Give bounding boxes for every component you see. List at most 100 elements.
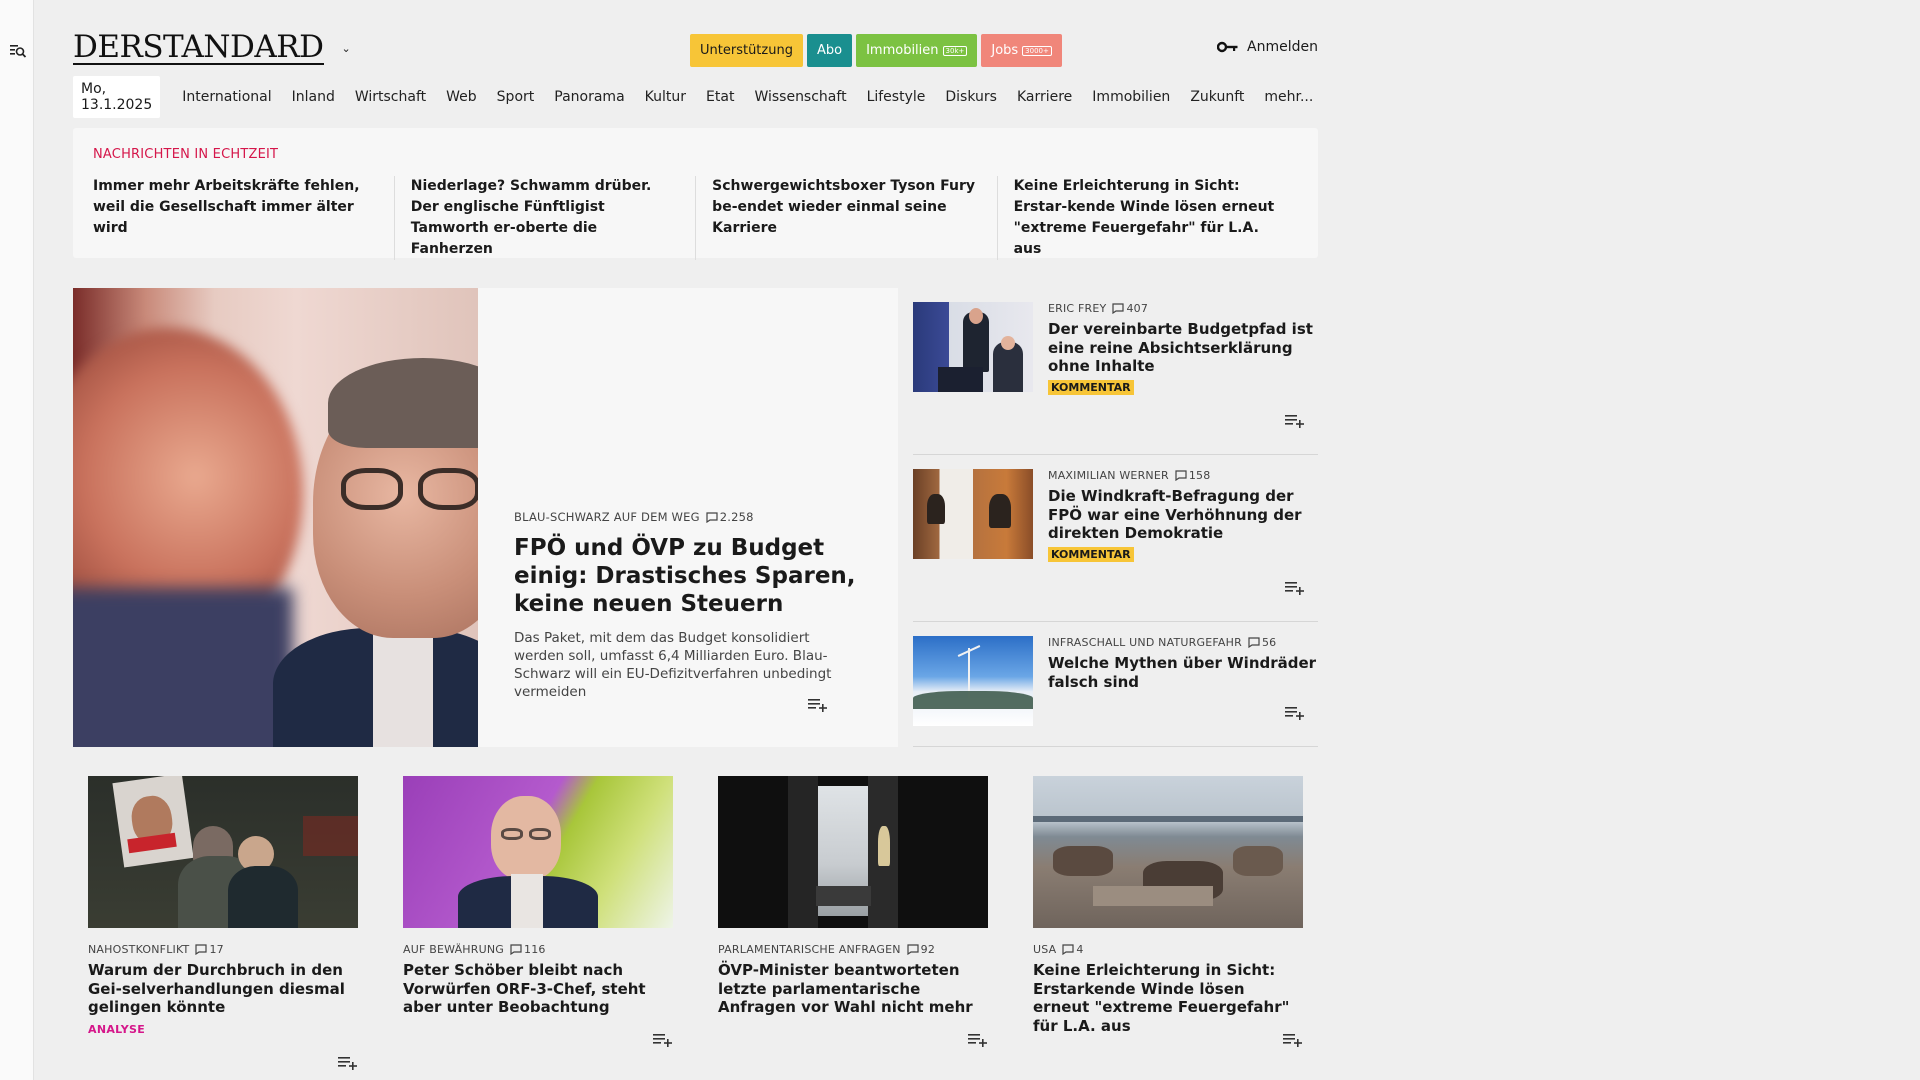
hero-kicker-label: BLAU-SCHWARZ AUF DEM WEG: [514, 510, 700, 524]
article-title[interactable]: Welche Mythen über Windräder falsch sind: [1048, 654, 1318, 691]
jobs-count-badge: 3000+: [1022, 45, 1052, 56]
ticker-item[interactable]: Niederlage? Schwamm drüber. Der englisch…: [393, 176, 695, 260]
article-kicker: NAHOSTKONFLIKT 17: [88, 943, 358, 956]
nav-item-international[interactable]: International: [172, 89, 281, 105]
comment-count: 92: [907, 943, 935, 956]
article-image: [718, 776, 988, 928]
add-to-list-icon[interactable]: [1285, 706, 1305, 720]
main-nav: Mo, 13.1.2025 International Inland Wirts…: [73, 76, 1323, 118]
add-to-list-icon[interactable]: [1285, 581, 1305, 595]
nav-item-etat[interactable]: Etat: [696, 89, 744, 105]
nav-item-web[interactable]: Web: [436, 89, 487, 105]
nav-item-lifestyle[interactable]: Lifestyle: [857, 89, 936, 105]
login-label: Anmelden: [1247, 39, 1318, 55]
article-kicker: PARLAMENTARISCHE ANFRAGEN 92: [718, 943, 988, 956]
comment-count-value: 116: [524, 943, 546, 956]
add-to-list-icon[interactable]: [1283, 1033, 1303, 1047]
ticker-item[interactable]: Schwergewichtsboxer Tyson Fury be-endet …: [695, 176, 996, 260]
nav-item-diskurs[interactable]: Diskurs: [935, 89, 1007, 105]
site-logo[interactable]: DERSTANDARD: [73, 31, 324, 65]
article-card[interactable]: USA 4 Keine Erleichterung in Sicht: Erst…: [1033, 776, 1303, 1047]
kicker-label: INFRASCHALL UND NATURGEFAHR: [1048, 636, 1242, 649]
jobs-label: Jobs: [991, 43, 1019, 58]
immobilien-button[interactable]: Immobilien 30k+: [856, 34, 978, 67]
immobilien-count-badge: 30k+: [942, 45, 968, 56]
immobilien-label: Immobilien: [866, 43, 939, 58]
comment-count-value: 4: [1076, 943, 1084, 956]
add-to-list-icon[interactable]: [968, 1033, 988, 1047]
ticker-item[interactable]: Keine Erleichterung in Sicht: Erstar-ken…: [996, 176, 1298, 260]
jobs-button[interactable]: Jobs 3000+: [981, 34, 1062, 67]
add-to-list-icon[interactable]: [653, 1033, 673, 1047]
nav-item-inland[interactable]: Inland: [282, 89, 345, 105]
article-kicker: USA 4: [1033, 943, 1303, 956]
article-thumbnail: [913, 469, 1033, 559]
list-item[interactable]: INFRASCHALL UND NATURGEFAHR 56 Welche My…: [913, 622, 1318, 747]
comment-count: 116: [510, 943, 546, 956]
comment-icon: [1112, 303, 1125, 314]
comment-count-value: 407: [1126, 302, 1149, 315]
support-button[interactable]: Unterstützung: [690, 34, 803, 67]
comment-count: 4: [1062, 943, 1083, 956]
abo-button[interactable]: Abo: [806, 34, 853, 67]
hero-title[interactable]: FPÖ und ÖVP zu Budget einig: Drastisches…: [514, 534, 862, 618]
article-title[interactable]: Peter Schöber bleibt nach Vorwürfen ORF-…: [403, 961, 673, 1017]
nav-item-immobilien[interactable]: Immobilien: [1082, 89, 1180, 105]
comment-icon: [195, 944, 208, 955]
article-title[interactable]: Der vereinbarte Budgetpfad ist eine rein…: [1048, 320, 1318, 376]
analyse-badge: ANALYSE: [88, 1022, 146, 1036]
article-title[interactable]: Keine Erleichterung in Sicht: Erstarkend…: [1033, 961, 1303, 1035]
kicker-label: AUF BEWÄHRUNG: [403, 943, 505, 956]
comment-count-value: 56: [1261, 636, 1277, 649]
ticker-heading: NACHRICHTEN IN ECHTZEIT: [93, 147, 279, 162]
nav-item-mehr[interactable]: mehr...: [1254, 89, 1323, 105]
key-icon: [1217, 41, 1238, 53]
nav-item-wissenschaft[interactable]: Wissenschaft: [744, 89, 856, 105]
ticker-item[interactable]: Immer mehr Arbeitskräfte fehlen, weil di…: [93, 176, 394, 260]
comment-count: 56: [1248, 636, 1276, 649]
list-item[interactable]: MAXIMILIAN WERNER 158 Die Windkraft-Befr…: [913, 455, 1318, 622]
search-menu-icon[interactable]: [9, 43, 27, 59]
article-kicker: INFRASCHALL UND NATURGEFAHR 56: [1048, 636, 1318, 649]
article-title[interactable]: Warum der Durchbruch in den Gei-selverha…: [88, 961, 358, 1017]
login-button[interactable]: Anmelden: [1217, 39, 1318, 55]
nav-item-kultur[interactable]: Kultur: [635, 89, 696, 105]
article-kicker: AUF BEWÄHRUNG 116: [403, 943, 673, 956]
header-badges: Unterstützung Abo Immobilien 30k+ Jobs 300…: [690, 34, 1062, 67]
nav-item-zukunft[interactable]: Zukunft: [1180, 89, 1254, 105]
article-title[interactable]: Die Windkraft-Befragung der FPÖ war eine…: [1048, 487, 1318, 543]
hero-image: [73, 288, 478, 747]
list-item[interactable]: ERIC FREY 407 Der vereinbarte Budgetpfad…: [913, 288, 1318, 455]
add-to-list-icon[interactable]: [808, 698, 828, 712]
nav-item-karriere[interactable]: Karriere: [1007, 89, 1082, 105]
nav-item-panorama[interactable]: Panorama: [544, 89, 634, 105]
article-kicker: MAXIMILIAN WERNER 158: [1048, 469, 1318, 482]
hero-teaser: Das Paket, mit dem das Budget konsolidie…: [514, 630, 832, 700]
masthead: DERSTANDARD ⌄: [73, 28, 351, 68]
comment-count: 158: [1175, 469, 1211, 482]
article-card[interactable]: AUF BEWÄHRUNG 116 Peter Schöber bleibt n…: [403, 776, 673, 1047]
support-label: Unterstützung: [700, 43, 793, 58]
side-text: INFRASCHALL UND NATURGEFAHR 56 Welche My…: [1033, 636, 1318, 746]
article-card[interactable]: NAHOSTKONFLIKT 17 Warum der Durchbruch i…: [88, 776, 358, 1070]
add-to-list-icon[interactable]: [338, 1056, 358, 1070]
add-to-list-icon[interactable]: [1285, 414, 1305, 428]
hero-article[interactable]: BLAU-SCHWARZ AUF DEM WEG 2.258 FPÖ und Ö…: [73, 288, 898, 747]
kommentar-badge: KOMMENTAR: [1048, 546, 1134, 562]
article-image: [403, 776, 673, 928]
comment-icon: [706, 511, 718, 523]
article-card[interactable]: PARLAMENTARISCHE ANFRAGEN 92 ÖVP-Ministe…: [718, 776, 988, 1047]
hero-text: BLAU-SCHWARZ AUF DEM WEG 2.258 FPÖ und Ö…: [478, 288, 898, 747]
comment-count-value: 17: [209, 943, 224, 956]
chevron-down-icon[interactable]: ⌄: [342, 42, 351, 55]
kicker-label: USA: [1033, 943, 1057, 956]
nav-item-wirtschaft[interactable]: Wirtschaft: [345, 89, 436, 105]
article-thumbnail: [913, 636, 1033, 726]
comment-icon: [907, 944, 919, 955]
current-date: Mo, 13.1.2025: [73, 76, 161, 118]
comment-count-value: 158: [1188, 469, 1211, 482]
nav-item-sport[interactable]: Sport: [487, 89, 545, 105]
hero-comment-count: 2.258: [719, 510, 754, 524]
ticker-list: Immer mehr Arbeitskräfte fehlen, weil di…: [93, 176, 1298, 260]
article-title[interactable]: ÖVP-Minister beantworteten letzte parlam…: [718, 961, 988, 1017]
